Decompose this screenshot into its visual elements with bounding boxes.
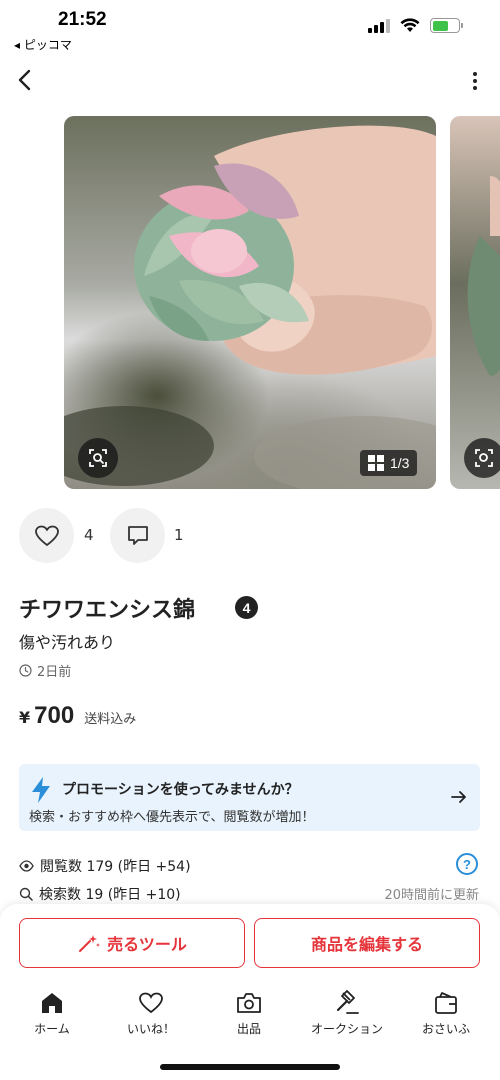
comment-icon (127, 525, 148, 545)
edit-item-label: 商品を編集する (310, 935, 423, 954)
next-product-photo[interactable] (450, 116, 500, 489)
back-chevron-icon[interactable] (12, 66, 38, 94)
succulent-photo-illustration (64, 125, 436, 489)
item-condition: 傷や汚れあり (19, 633, 116, 652)
gavel-icon (333, 990, 361, 1016)
image-search-icon (475, 449, 493, 467)
price-value: 700 (34, 702, 75, 729)
searches-text: 検索数 19 (昨日 +10) (39, 887, 181, 903)
tab-auction[interactable]: オークション (307, 990, 387, 1037)
image-search-button-next[interactable] (464, 438, 500, 478)
clock-icon (19, 664, 32, 677)
promotion-description: 検索・おすすめ枠へ優先表示で、閲覧数が増加！ (29, 810, 315, 825)
edit-item-button[interactable]: 商品を編集する (254, 918, 480, 968)
promotion-banner[interactable]: プロモーションを使ってみませんか？ 検索・おすすめ枠へ優先表示で、閲覧数が増加！ (19, 764, 480, 831)
like-count: 4 (84, 526, 94, 544)
status-icons (368, 18, 463, 33)
item-title: チワワエンシス錦 (19, 598, 196, 623)
lightning-icon (32, 777, 50, 803)
home-icon (38, 990, 66, 1016)
tab-listing-label: 出品 (236, 1022, 261, 1036)
search-icon (19, 887, 33, 901)
updated-time: 20時間前に更新 (384, 888, 479, 903)
next-photo-illustration (467, 176, 500, 376)
back-to-app-link[interactable]: ◂ ピッコマ (14, 36, 72, 53)
help-icon[interactable]: ? (456, 853, 478, 875)
arrow-right-icon (451, 791, 466, 803)
image-search-icon (89, 449, 107, 467)
wallet-icon (432, 990, 460, 1016)
wifi-icon (400, 18, 420, 32)
photo-page-text: 1/3 (390, 455, 410, 471)
photo-page-indicator: 1/3 (360, 450, 418, 476)
tab-listing[interactable]: 出品 (209, 990, 289, 1037)
comment-button[interactable] (110, 508, 165, 563)
posted-time-text: 2日前 (37, 665, 72, 680)
battery-icon (430, 18, 463, 33)
status-bar: 21:52 ◂ ピッコマ (0, 0, 500, 56)
image-search-button[interactable] (78, 438, 118, 478)
sell-tool-button[interactable]: 売るツール (19, 918, 245, 968)
tab-wallet[interactable]: おさいふ (406, 990, 486, 1037)
views-text: 閲覧数 179 (昨日 +54) (40, 859, 191, 875)
posted-time: 2日前 (19, 661, 71, 680)
product-photo[interactable]: 1/3 (64, 116, 436, 489)
magic-wand-icon (79, 935, 101, 952)
eye-icon (19, 860, 34, 872)
tab-auction-label: オークション (310, 1022, 383, 1036)
tab-wallet-label: おさいふ (421, 1022, 470, 1036)
sell-tool-label: 売るツール (107, 935, 187, 954)
promotion-title: プロモーションを使ってみませんか？ (62, 782, 299, 798)
home-indicator (160, 1064, 340, 1070)
item-price: ¥ 700 送料込み (19, 702, 136, 730)
heart-icon (137, 990, 165, 1016)
camera-icon (235, 990, 263, 1016)
tab-likes[interactable]: いいね！ (111, 990, 191, 1037)
shipping-label: 送料込み (84, 712, 137, 727)
heart-icon (34, 525, 59, 546)
grid-icon (368, 455, 384, 471)
searches-stat: 検索数 19 (昨日 +10) (19, 884, 181, 904)
views-stat: 閲覧数 179 (昨日 +54) (19, 856, 191, 876)
tab-home[interactable]: ホーム (12, 990, 92, 1037)
price-currency: ¥ (19, 708, 31, 727)
tab-likes-label: いいね！ (126, 1022, 175, 1036)
more-vertical-icon[interactable] (470, 70, 480, 92)
photo-gallery[interactable]: 1/3 (64, 116, 500, 489)
item-number-badge: 4 (235, 596, 258, 619)
comment-count: 1 (174, 526, 184, 544)
status-time: 21:52 (58, 9, 107, 30)
signal-icon (368, 18, 390, 33)
tab-home-label: ホーム (34, 1022, 70, 1036)
like-button[interactable] (19, 508, 74, 563)
